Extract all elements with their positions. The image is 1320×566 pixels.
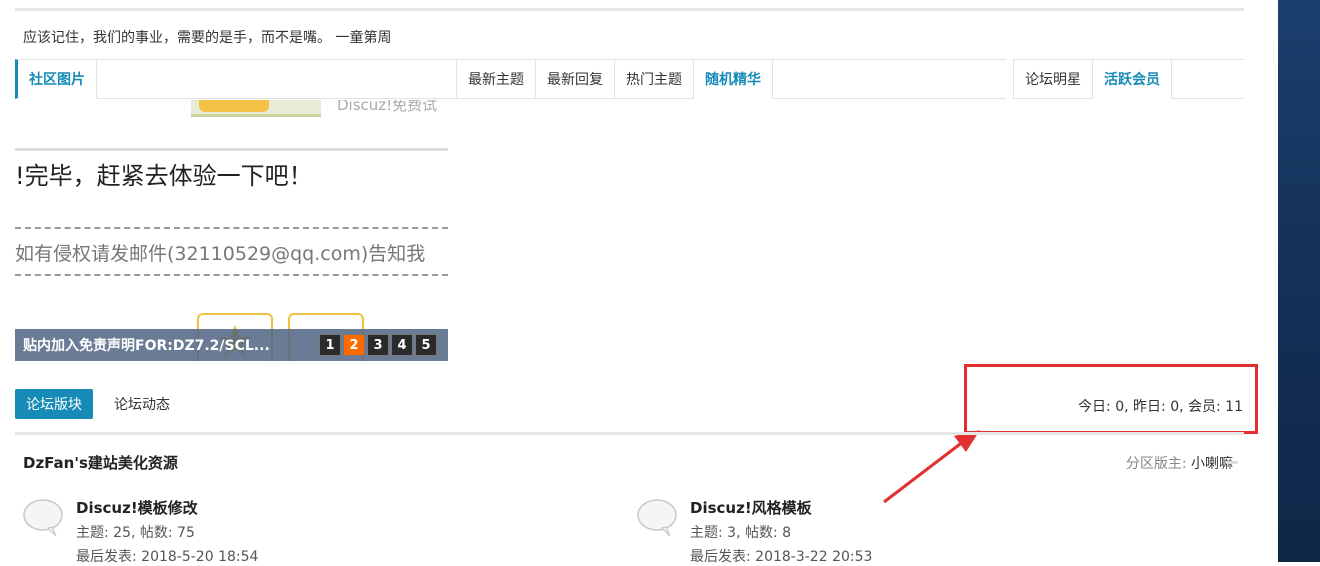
- page-button-2[interactable]: 2: [343, 334, 365, 356]
- tab-label: 社区图片: [29, 72, 85, 88]
- forum-stats-text: 主题: 3, 帖数: 8: [690, 525, 792, 541]
- page-button-5[interactable]: 5: [415, 334, 437, 356]
- threads-tabstrip: 最新主题 最新回复 热门主题 随机精华: [456, 59, 1006, 99]
- page-button-3[interactable]: 3: [367, 334, 389, 356]
- right-background-bar: [1278, 0, 1320, 562]
- slide-headline: !完毕，赶紧去体验一下吧！: [15, 162, 313, 190]
- image-slideshow[interactable]: Discuz!免费试 !完毕，赶紧去体验一下吧！ 如有侵权请发邮件(321105…: [15, 100, 448, 361]
- section-divider: [15, 432, 1244, 435]
- slide-logo-text: Discuz!免费试: [337, 100, 438, 114]
- highlight-box: [964, 364, 1258, 434]
- tab-hot-threads[interactable]: 热门主题: [615, 59, 694, 99]
- slide-caption[interactable]: 贴内加入免责声明FOR:DZ7.2/SCL...: [23, 335, 313, 355]
- forum-last-post[interactable]: 最后发表: 2018-5-20 18:54: [76, 546, 258, 566]
- tab-community-images[interactable]: 社区图片: [15, 59, 97, 99]
- tab-active-members[interactable]: 活跃会员: [1093, 59, 1172, 99]
- quote-text: 应该记住，我们的事业，需要的是手，而不是嘴。 一童第周: [23, 30, 392, 46]
- image-tabstrip: 社区图片: [15, 59, 456, 99]
- tab-label: 热门主题: [626, 72, 682, 88]
- slide-pager: 1 2 3 4 5: [319, 334, 437, 356]
- members-tabstrip: 论坛明星 活跃会员: [1013, 59, 1244, 99]
- slide-notice-text: 如有侵权请发邮件(32110529@qq.com)告知我: [15, 243, 426, 265]
- slide-divider: [15, 148, 448, 151]
- forum-bubble-icon: [23, 499, 63, 537]
- logo-badge: [199, 100, 269, 112]
- top-divider: [15, 8, 1244, 11]
- group-moderator: 分区版主: 小喇嘛: [1126, 453, 1233, 473]
- tab-latest-replies[interactable]: 最新回复: [536, 59, 615, 99]
- forum-last-post[interactable]: 最后发表: 2018-3-22 20:53: [690, 546, 872, 566]
- tab-label: 最新主题: [468, 72, 524, 88]
- tab-forum-boards[interactable]: 论坛版块: [15, 389, 93, 419]
- tab-random-digest[interactable]: 随机精华: [694, 59, 773, 99]
- page-button-1[interactable]: 1: [319, 334, 341, 356]
- tabstrip-fill: [97, 59, 456, 99]
- tabstrip-fill: [773, 59, 1006, 99]
- tab-label: 论坛明星: [1025, 72, 1081, 88]
- tab-label: 最新回复: [547, 72, 603, 88]
- tab-label: 活跃会员: [1104, 72, 1160, 88]
- forum-name-link[interactable]: Discuz!模板修改: [76, 497, 198, 518]
- tab-forum-stars[interactable]: 论坛明星: [1013, 59, 1093, 99]
- slide-caption-bar[interactable]: 贴内加入免责声明FOR:DZ7.2/SCL... 1 2 3 4 5: [15, 329, 448, 361]
- logo-image: [191, 100, 321, 117]
- page-button-4[interactable]: 4: [391, 334, 413, 356]
- forum-bubble-icon: [637, 499, 677, 537]
- tab-forum-activity[interactable]: 论坛动态: [114, 389, 170, 419]
- tabstrip-fill: [1172, 59, 1244, 99]
- dashed-line-bottom: [15, 274, 448, 276]
- dashed-line-top: [15, 227, 448, 229]
- forum-name-link[interactable]: Discuz!风格模板: [690, 497, 812, 518]
- moderator-label: 分区版主:: [1125, 456, 1187, 472]
- collapse-toggle-icon[interactable]: [1226, 461, 1238, 464]
- tab-latest-threads[interactable]: 最新主题: [456, 59, 536, 99]
- moderator-name-link[interactable]: 小喇嘛: [1191, 456, 1233, 472]
- tab-label: 随机精华: [705, 72, 761, 88]
- forum-group-title[interactable]: DzFan's建站美化资源: [23, 452, 178, 473]
- forum-stats-text: 主题: 25, 帖数: 75: [76, 525, 195, 541]
